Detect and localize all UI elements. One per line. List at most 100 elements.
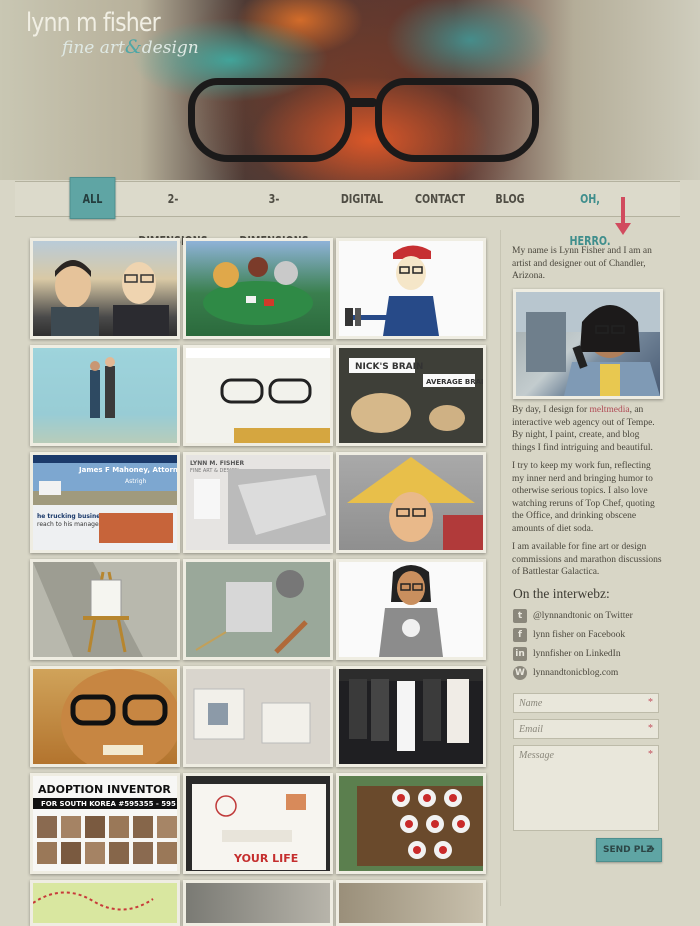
nicks-brain-label: NICK'S BRAIN (355, 362, 423, 372)
adoption-subtitle: FOR SOUTH KOREA #595355 - 595 (41, 800, 176, 808)
attorney-tagline: Astrigh (125, 478, 147, 485)
sidebar-bio: By day, I design for meltmedia, an inter… (512, 404, 662, 579)
sidebar-divider (500, 230, 501, 906)
bio-interests: I try to keep my work fun, reflecting my… (512, 461, 655, 534)
gallery-item-poker-dogs[interactable] (183, 238, 333, 339)
name-required-marker: * (648, 697, 653, 708)
gallery-item-website-glasses[interactable] (183, 345, 333, 446)
gallery-item-adoption-inventory[interactable]: ADOPTION INVENTOR FOR SOUTH KOREA #59535… (30, 773, 180, 874)
facebook-icon: f (513, 628, 527, 642)
sushi-art (357, 786, 483, 866)
profile-photo (513, 289, 663, 399)
nav-all[interactable]: ALL (69, 177, 116, 219)
nav-blog[interactable]: BLOG (494, 178, 526, 218)
linkedin-label: lynnfisher on LinkedIn (533, 649, 621, 660)
gallery-item-nicks-brain[interactable]: NICK'S BRAIN AVERAGE BRAIN (336, 345, 486, 446)
gallery-item-glasses-portrait[interactable] (30, 666, 180, 767)
email-placeholder: Email (519, 724, 543, 735)
nav-2-dimensions[interactable]: 2-DIMENSIONS (137, 178, 209, 248)
email-field[interactable]: Email * (513, 719, 659, 739)
header-banner: lynn m fisher fine art&design (0, 0, 700, 180)
website-glasses-art (186, 348, 330, 443)
name-placeholder: Name (519, 698, 543, 709)
your-life-label: YOUR LIFE (233, 852, 298, 865)
glasses-left-lens (188, 78, 352, 162)
logo-tagline-design: design (141, 38, 199, 58)
blog-link[interactable]: Wlynnandtonicblog.com (513, 666, 618, 680)
gallery-item-easel[interactable] (30, 559, 180, 660)
twitter-link[interactable]: t @lynnandtonic on Twitter (513, 609, 633, 623)
attorney-body-line2: reach to his managerial (37, 521, 108, 528)
american-gothic-art (51, 260, 169, 336)
facebook-label: lynn fisher on Facebook (533, 630, 626, 641)
message-required-marker: * (648, 749, 653, 760)
gallery-item-hoodie-girl[interactable] (336, 559, 486, 660)
linkedin-icon: in (513, 647, 527, 661)
bio-day-job: By day, I design for meltmedia, an inter… (512, 404, 662, 454)
sidebar-intro: My name is Lynn Fisher and I am an artis… (512, 245, 662, 283)
gallery-item-clothing-rack[interactable] (336, 666, 486, 767)
gallery-item-sushi[interactable] (336, 773, 486, 874)
send-arrow-icon: ➜ (646, 844, 655, 855)
gallery-item-conical-hat[interactable] (336, 452, 486, 553)
average-brain-label: AVERAGE BRAIN (426, 378, 483, 386)
logo-name[interactable]: lynn m fisher (26, 8, 161, 38)
gallery-item-weightlifter[interactable] (336, 238, 486, 339)
gallery-item-lynn-site[interactable]: LYNN M. FISHER FINE ART & DESIGN (183, 452, 333, 553)
conical-hat-art (347, 457, 483, 550)
bio-day-job-pre: By day, I design for (512, 405, 590, 415)
map-art (33, 891, 154, 911)
logo-tagline-fine-art: fine art (62, 38, 125, 58)
interwebz-heading: On the interwebz: (513, 586, 610, 601)
saw-sculpture-art (195, 570, 308, 654)
bio-availability: I am available for fine art or design co… (512, 542, 662, 577)
message-field[interactable]: Message * (513, 745, 659, 831)
save-the-date-art (33, 348, 177, 443)
glasses-bridge (345, 98, 377, 107)
nav-oh-herro[interactable]: OH, HERRO. (562, 178, 618, 248)
hoodie-girl-art (379, 565, 443, 657)
profile-photo-art (516, 292, 660, 396)
gallery-item-cup[interactable] (336, 880, 486, 926)
facebook-link[interactable]: f lynn fisher on Facebook (513, 628, 625, 642)
gallery-item-boxes-installation[interactable] (183, 666, 333, 767)
nav-digital[interactable]: DIGITAL (340, 178, 385, 218)
attorney-site-art: James F Mahoney, Attorn Astrigh he truck… (33, 455, 177, 543)
weightlifter-art (345, 245, 439, 336)
email-required-marker: * (648, 723, 653, 734)
glasses-right-lens (375, 78, 539, 162)
linkedin-link[interactable]: in lynnfisher on LinkedIn (513, 647, 621, 661)
adoption-inventory-art: ADOPTION INVENTOR FOR SOUTH KOREA #59535… (33, 783, 177, 864)
logo-tagline: fine art&design (62, 36, 199, 58)
arrow-down-icon (615, 197, 631, 235)
glasses-portrait-art (61, 669, 177, 764)
gallery-item-save-the-date[interactable] (30, 345, 180, 446)
gallery-item-gray-portrait[interactable] (183, 880, 333, 926)
boxes-installation-art (186, 669, 330, 764)
lynn-site-logo: LYNN M. FISHER (190, 460, 244, 467)
adoption-title: ADOPTION INVENTOR (38, 783, 171, 796)
blog-label: lynnandtonicblog.com (533, 668, 619, 679)
clothing-rack-art (339, 669, 483, 751)
name-field[interactable]: Name * (513, 693, 659, 713)
gallery-item-american-gothic[interactable] (30, 238, 180, 339)
your-life-envelope-art: YOUR LIFE (192, 784, 326, 870)
gallery-item-map[interactable] (30, 880, 180, 926)
send-button[interactable]: SEND PLZ ➜ (596, 838, 662, 862)
lynn-site-art: LYNN M. FISHER FINE ART & DESIGN (190, 460, 330, 544)
gallery-item-saw-sculpture[interactable] (183, 559, 333, 660)
attorney-name: James F Mahoney, Attorn (78, 466, 177, 474)
logo-tagline-amp: & (124, 36, 142, 58)
poker-table-art (203, 257, 313, 325)
nav-contact[interactable]: CONTACT (414, 178, 465, 218)
intro-text: My name is Lynn Fisher and I am an artis… (512, 246, 652, 281)
nav-3-dimensions[interactable]: 3-DIMENSIONS (238, 178, 310, 248)
gallery-item-your-life-envelope[interactable]: YOUR LIFE (183, 773, 333, 874)
gallery-item-attorney-site[interactable]: James F Mahoney, Attorn Astrigh he truck… (30, 452, 180, 553)
easel-art (33, 562, 143, 657)
twitter-icon: t (513, 609, 527, 623)
message-placeholder: Message (519, 750, 554, 761)
brains-art: NICK'S BRAIN AVERAGE BRAIN (349, 358, 483, 433)
attorney-body-line1: he trucking business (37, 513, 108, 520)
meltmedia-link[interactable]: meltmedia (589, 405, 629, 415)
